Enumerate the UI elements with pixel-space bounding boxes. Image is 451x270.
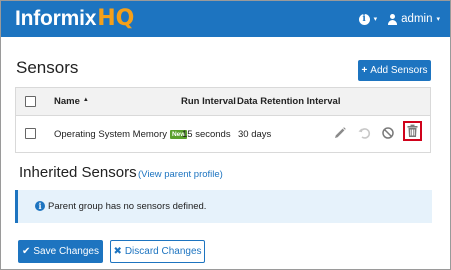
delete-sensor-button[interactable] — [403, 121, 422, 141]
brand-name: Informix — [15, 7, 97, 30]
disable-icon[interactable] — [380, 125, 396, 141]
add-sensors-label: Add Sensors — [370, 65, 428, 76]
save-changes-label: Save Changes — [33, 246, 99, 257]
sensors-table: Name ▲ Run Interval Data Retention Interv… — [15, 87, 431, 153]
view-parent-profile-link[interactable]: (View parent profile) — [138, 169, 223, 180]
row-checkbox[interactable] — [25, 128, 36, 139]
table-row: Operating System Memory New 15 seconds 30… — [16, 116, 430, 152]
table-header: Name ▲ Run Interval Data Retention Interv… — [16, 88, 430, 116]
info-alert: i Parent group has no sensors defined. — [15, 190, 432, 223]
navbar-right: i ▾ admin ▾ — [358, 10, 440, 28]
brand-logo[interactable]: Informix HQ — [15, 6, 134, 32]
inherited-sensors-title: Inherited Sensors — [19, 164, 137, 181]
discard-changes-button[interactable]: ✖ Discard Changes — [110, 240, 205, 263]
user-icon — [387, 13, 398, 25]
help-menu[interactable]: i ▾ — [358, 13, 378, 25]
discard-changes-label: Discard Changes — [124, 246, 202, 257]
info-icon: i — [35, 201, 45, 211]
page-title: Sensors — [16, 58, 79, 77]
column-header-name[interactable]: Name ▲ — [54, 96, 89, 107]
select-all-checkbox[interactable] — [25, 96, 36, 107]
top-navbar: Informix HQ i ▾ admin ▾ — [1, 1, 450, 37]
alert-text: Parent group has no sensors defined. — [48, 201, 207, 212]
undo-icon[interactable] — [356, 125, 372, 141]
close-icon: ✖ — [113, 246, 122, 257]
column-header-run-interval[interactable]: Run Interval — [181, 96, 236, 107]
trash-icon — [407, 124, 418, 137]
user-name: admin — [401, 13, 433, 25]
user-menu[interactable]: admin ▾ — [387, 13, 440, 25]
retention-cell: 30 days — [238, 129, 272, 140]
sensor-name-cell: Operating System Memory New — [54, 129, 188, 140]
add-sensors-button[interactable]: + Add Sensors — [358, 60, 431, 81]
chevron-down-icon: ▾ — [436, 16, 440, 23]
app-frame: Informix HQ i ▾ admin ▾ Sensors + Add Se… — [0, 0, 451, 270]
run-interval-cell: 15 seconds — [182, 129, 231, 140]
edit-icon[interactable] — [332, 125, 348, 141]
column-name-label: Name — [54, 96, 80, 107]
save-changes-button[interactable]: ✔ Save Changes — [18, 240, 103, 263]
column-header-retention[interactable]: Data Retention Interval — [237, 96, 340, 107]
plus-icon: + — [361, 65, 368, 76]
info-icon: i — [358, 13, 370, 25]
brand-accent: HQ — [97, 6, 135, 31]
check-icon: ✔ — [22, 246, 31, 257]
chevron-down-icon: ▾ — [373, 16, 378, 23]
sensor-name: Operating System Memory — [54, 129, 167, 140]
sort-ascending-icon: ▲ — [82, 97, 89, 103]
